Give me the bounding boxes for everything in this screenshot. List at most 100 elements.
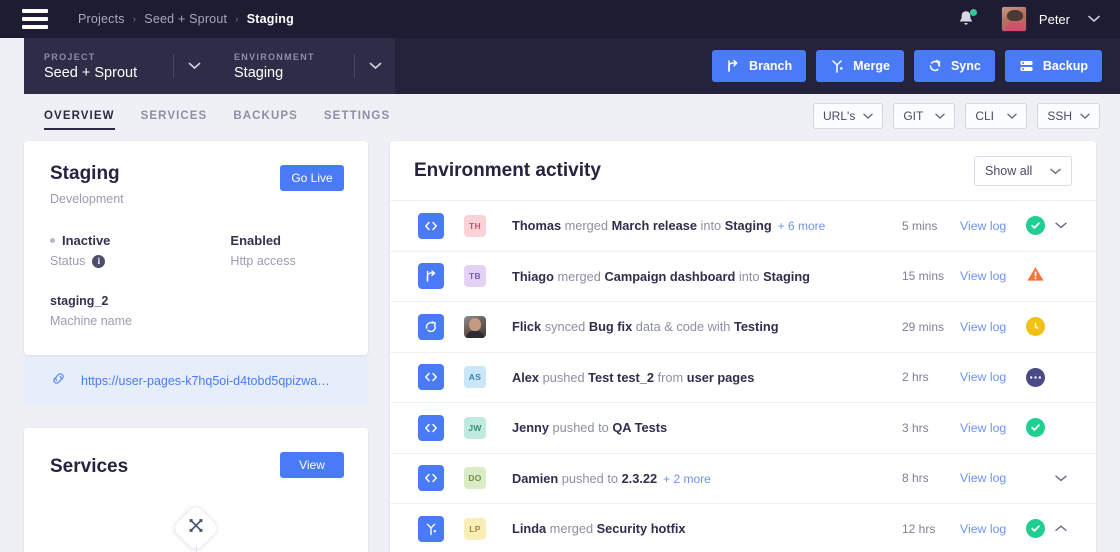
tab-backups[interactable]: BACKUPS [233,94,298,138]
tab-services[interactable]: SERVICES [141,94,208,138]
hamburger-line [22,9,48,13]
chevron-down-icon[interactable] [1048,222,1074,229]
hamburger-menu-icon[interactable] [22,9,48,29]
project-selector-value: Seed + Sprout [44,64,138,81]
avatar: DO [464,467,486,490]
go-live-button[interactable]: Go Live [280,165,344,191]
breadcrumb-item-seed-sprout[interactable]: Seed + Sprout [144,12,227,26]
machine-name-value: staging_2 [50,294,109,308]
chevron-down-icon[interactable] [355,57,395,75]
table-row[interactable]: LP Linda merged Security hotfix 12 hrs View… [390,504,1096,552]
status-badge [1022,265,1048,288]
tab-settings[interactable]: SETTINGS [324,94,390,138]
more-link[interactable]: + 2 more [663,472,711,486]
merge-icon [830,59,844,73]
environment-selector-text: ENVIRONMENT Staging [214,52,315,81]
nav-right-cluster: Peter [955,6,1100,32]
table-row[interactable]: JW Jenny pushed to QA Tests 3 hrs View log [390,403,1096,454]
merge-button-label: Merge [853,59,890,73]
activity-timestamp: 3 hrs [902,420,929,435]
git-dropdown[interactable]: GIT [893,103,956,129]
code-icon[interactable] [418,465,444,492]
view-log-link[interactable]: View log [960,219,1022,233]
environment-url-bar[interactable]: https://user-pages-k7hq5oi-d4tobd5qpizwa… [24,357,368,404]
activity-description: Flick synced Bug fix data & code with Te… [512,319,779,335]
environment-selector[interactable]: ENVIRONMENT Staging [214,38,395,94]
http-label-row: Http access [230,254,295,268]
view-log-link[interactable]: View log [960,471,1022,485]
breadcrumb-separator-icon: › [235,13,239,25]
sync-icon[interactable] [418,313,444,340]
branch-icon [726,59,740,73]
environment-actions: Branch Merge Sync Backup [712,50,1102,82]
info-icon[interactable]: i [92,254,106,268]
avatar: AS [464,366,486,389]
status-success-icon [1025,418,1045,438]
view-services-button[interactable]: View [280,452,344,478]
user-name: Peter [1038,11,1070,27]
view-log-link[interactable]: View log [960,269,1022,283]
sync-button[interactable]: Sync [913,50,995,82]
machine-value-row: staging_2 [50,294,132,308]
avatar: TH [464,214,486,237]
tab-bar: OVERVIEW SERVICES BACKUPS SETTINGS URL's… [0,94,1120,138]
breadcrumb-item-staging[interactable]: Staging [247,12,294,26]
sync-icon [928,59,942,73]
environment-activity-panel: Environment activity Show all TH Thomas m… [390,141,1096,552]
merge-icon[interactable] [418,515,444,542]
view-log-link[interactable]: View log [960,320,1022,334]
cli-dropdown[interactable]: CLI [965,103,1028,129]
breadcrumb-item-projects[interactable]: Projects [78,12,125,26]
status-warning-icon [1026,265,1045,288]
activity-description: Damien pushed to 2.3.22 + 2 more [512,470,711,486]
tab-overview[interactable]: OVERVIEW [44,94,115,138]
status-badge [1022,317,1048,337]
chevron-down-icon[interactable] [174,57,214,75]
table-row[interactable]: DO Damien pushed to 2.3.22 + 2 more 8 hrs Vi… [390,454,1096,504]
project-selector[interactable]: PROJECT Seed + Sprout [24,38,214,94]
code-icon[interactable] [418,414,444,441]
avatar[interactable] [1000,6,1027,32]
table-row[interactable]: TH Thomas merged March release into Stagi… [390,201,1096,252]
activity-timestamp: 12 hrs [902,521,936,536]
table-row[interactable]: AS Alex pushed Test test_2 from user page… [390,353,1096,403]
chevron-down-icon [863,109,874,123]
view-log-link[interactable]: View log [960,421,1022,435]
branch-button[interactable]: Branch [712,50,807,82]
cli-dropdown-label: CLI [975,109,994,123]
environment-stats: Inactive Status i Enabled Http access [50,233,296,268]
status-badge [1022,519,1048,539]
activity-filter-dropdown[interactable]: Show all [974,155,1072,186]
http-access-value: Enabled [230,233,281,248]
status-badge: Inactive [62,233,111,248]
chevron-down-icon [1050,164,1061,178]
http-value-row: Enabled [230,233,295,248]
status-badge [1022,216,1048,236]
more-link[interactable]: + 6 more [778,219,826,233]
code-icon[interactable] [418,364,444,391]
chevron-up-icon[interactable] [1048,525,1074,532]
view-log-link[interactable]: View log [960,370,1022,384]
branch-icon[interactable] [418,263,444,290]
chevron-down-icon [1080,109,1090,123]
urls-dropdown[interactable]: URL's [813,103,884,129]
environment-selector-value: Staging [234,64,284,81]
shuffle-icon [188,518,204,539]
table-row[interactable]: Flick synced Bug fix data & code with Te… [390,302,1096,353]
view-log-link[interactable]: View log [960,522,1022,536]
activity-header: Environment activity Show all [390,141,1096,201]
backup-button[interactable]: Backup [1004,50,1102,82]
project-selector-text: PROJECT Seed + Sprout [24,52,137,81]
environment-subtitle: Development [50,192,124,206]
bell-icon[interactable] [955,8,977,30]
breadcrumb: Projects › Seed + Sprout › Staging [78,12,294,26]
status-label: Status [50,254,86,268]
top-navigation-bar: Projects › Seed + Sprout › Staging Peter [0,0,1120,38]
code-icon[interactable] [418,212,444,239]
table-row[interactable]: TB Thiago merged Campaign dashboard into … [390,252,1096,302]
chevron-down-icon[interactable] [1088,10,1100,28]
ssh-dropdown[interactable]: SSH [1037,103,1100,129]
chevron-down-icon[interactable] [1048,475,1074,482]
chevron-down-icon [1007,109,1018,123]
merge-button[interactable]: Merge [816,50,904,82]
